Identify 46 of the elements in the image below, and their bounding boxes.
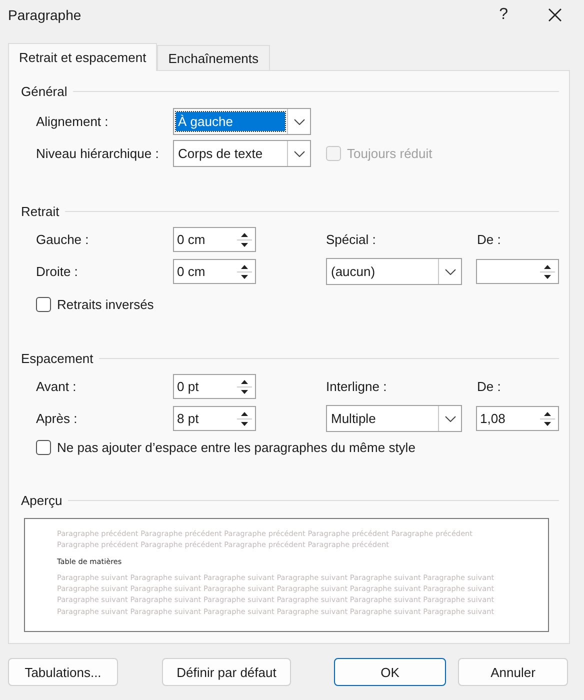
spin-field[interactable]: 0 cm bbox=[173, 227, 256, 252]
field-label: Après : bbox=[36, 411, 78, 426]
spin-field[interactable]: 0 pt bbox=[173, 374, 256, 399]
outline-level-dropdown[interactable]: Corps de texte bbox=[173, 140, 311, 167]
field-label: Interligne : bbox=[326, 379, 388, 394]
checkbox-label: Ne pas ajouter d’espace entre les paragraphes du même style bbox=[57, 440, 416, 455]
special-indent-dropdown[interactable]: (aucun) bbox=[326, 258, 462, 285]
section-heading: Retrait bbox=[21, 204, 60, 218]
line-spacing-dropdown[interactable]: Multiple bbox=[326, 405, 462, 432]
field-label: Alignement : bbox=[36, 114, 110, 129]
field-label: Gauche : bbox=[36, 232, 90, 247]
checkbox-label: Retraits inversés bbox=[57, 297, 154, 312]
window-title: Paragraphe bbox=[8, 7, 82, 23]
dropdown-value: Multiple bbox=[330, 410, 377, 428]
dropdown-value: À gauche bbox=[176, 112, 285, 131]
field-label: De : bbox=[477, 379, 501, 394]
tab[interactable]: Retrait et espacement bbox=[8, 43, 158, 71]
field-label: Spécial : bbox=[326, 232, 377, 247]
section-heading: Général bbox=[21, 84, 68, 98]
section-heading: Aperçu bbox=[21, 492, 62, 508]
dropdown-value: (aucun) bbox=[330, 263, 376, 281]
alignment-dropdown[interactable]: À gauche bbox=[173, 108, 311, 135]
spin-field[interactable] bbox=[476, 259, 559, 284]
spin-field[interactable]: 0 cm bbox=[173, 259, 256, 284]
chevron-down-icon bbox=[444, 416, 456, 422]
spin-field[interactable]: 8 pt bbox=[173, 406, 256, 431]
field-label: Niveau hiérarchique : bbox=[36, 146, 160, 161]
dropdown-value: Corps de texte bbox=[177, 145, 264, 163]
help-button[interactable]: ? bbox=[499, 6, 508, 24]
dialog-button[interactable]: Tabulations... bbox=[8, 658, 118, 686]
ok-button[interactable]: OK bbox=[334, 658, 446, 686]
chevron-down-icon bbox=[444, 268, 456, 274]
checkbox[interactable] bbox=[36, 297, 51, 312]
close-icon[interactable] bbox=[548, 8, 562, 22]
field-label: De : bbox=[477, 232, 501, 247]
tab[interactable]: Enchaînements bbox=[157, 45, 270, 70]
field-label: Avant : bbox=[36, 379, 78, 394]
field-label: Droite : bbox=[36, 264, 79, 279]
spin-field[interactable]: 1,08 bbox=[476, 406, 559, 431]
dialog-button[interactable]: Annuler bbox=[458, 658, 568, 686]
chevron-down-icon bbox=[294, 150, 304, 156]
checkbox[interactable] bbox=[36, 440, 51, 455]
checkbox-label: Toujours réduit bbox=[347, 146, 432, 161]
section-heading: Espacement bbox=[21, 350, 94, 366]
dialog-button[interactable]: Définir par défaut bbox=[162, 658, 291, 686]
chevron-down-icon bbox=[294, 118, 304, 124]
